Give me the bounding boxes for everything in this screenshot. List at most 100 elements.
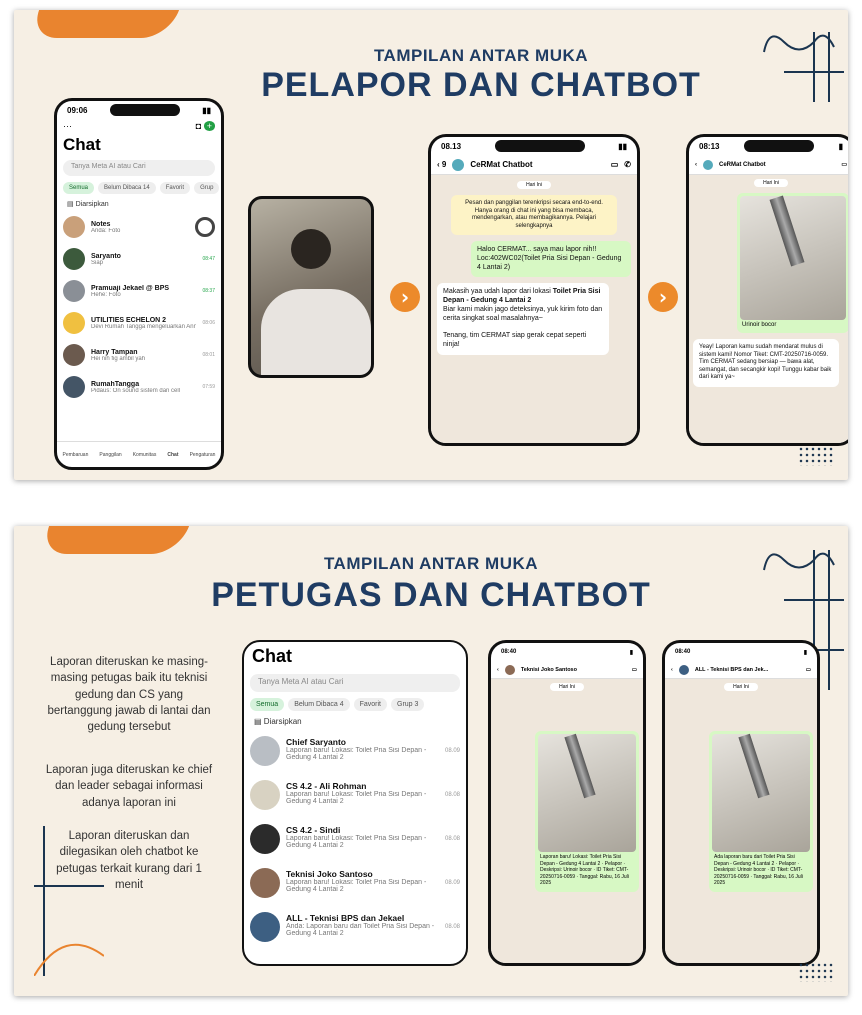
archived-label[interactable]: Diarsipkan — [264, 717, 302, 726]
message-preview: Devi Rumah Tangga mengeluarkan Anni Sale… — [91, 323, 196, 330]
more-icon[interactable]: ··· — [63, 121, 72, 131]
list-item[interactable]: Teknisi Joko Santoso Laporan baru! Lokasi… — [244, 861, 466, 905]
message-preview: Laporan baru! Lokasi: Toilet Pria Sisi D… — [286, 747, 427, 761]
signal-icon: ▮ — [629, 649, 633, 656]
list-item[interactable]: UTILITIES ECHELON 2 Devi Rumah Tangga men… — [57, 307, 221, 339]
urinal-photo — [538, 733, 636, 852]
video-call-icon[interactable]: ▭ — [611, 160, 619, 169]
avatar — [63, 216, 85, 238]
chatbot-phone: 08.13 ▮▮ ‹ 9 CeRMat Chatbot ▭ ✆ Hari Ini Pes… — [428, 134, 640, 446]
avatar — [63, 248, 85, 270]
back-icon[interactable]: ‹ 9 — [437, 160, 446, 169]
avatar — [63, 344, 85, 366]
photo-message[interactable]: Urinoir bocor — [737, 193, 848, 333]
list-item[interactable]: CS 4.2 - Sindi Laporan baru! Lokasi: Toil… — [244, 817, 466, 861]
contact-name: Teknisi Joko Santoso — [286, 869, 373, 879]
urinal-photo — [740, 195, 846, 320]
back-icon[interactable]: ‹ — [695, 162, 697, 168]
status-time: 08:13 — [699, 141, 720, 151]
tab-communities[interactable]: Komunitas — [133, 452, 157, 458]
outgoing-message: Haloo CERMAT... saya mau lapor nih!! Loc… — [471, 241, 631, 278]
avatar — [250, 912, 280, 942]
chat-header: Chat — [63, 135, 101, 154]
back-icon[interactable]: ‹ — [497, 667, 499, 673]
dot-pattern — [798, 446, 834, 466]
message-time: 08.09 — [444, 748, 460, 754]
avatar — [63, 280, 85, 302]
list-item[interactable]: Pramuaji Jekael @ BPS Hehe: Foto 08:37 — [57, 275, 221, 307]
list-item[interactable]: Chief Saryanto Laporan baru! Lokasi: Toil… — [244, 729, 466, 773]
chip-group[interactable]: Grup — [194, 182, 220, 194]
orange-decoration — [28, 10, 180, 38]
list-item[interactable]: RumahTangga Pidaus: On sound sistem dan c… — [57, 371, 221, 403]
message-preview: Laporan baru! Lokasi: Toilet Pria Sisi D… — [286, 791, 427, 805]
contact-name: CS 4.2 - Ali Rohman — [286, 781, 367, 791]
contact-name[interactable]: CeRMat Chatbot — [719, 162, 835, 168]
list-item[interactable]: Saryanto Siap 08:47 — [57, 243, 221, 275]
contact-name[interactable]: ALL - Teknisi BPS dan Jek... — [695, 667, 800, 673]
incoming-message: Makasih yaa udah lapor dari lokasi Toile… — [437, 283, 609, 355]
bottom-tabbar: Pembaruan Panggilan Komunitas Chat Penga… — [57, 441, 221, 467]
contact-name: Pramuaji Jekael @ BPS — [91, 284, 170, 292]
search-input[interactable]: Tanya Meta AI atau Cari — [63, 160, 215, 176]
avatar — [63, 312, 85, 334]
date-pill: Hari Ini — [754, 179, 788, 187]
status-time: 09:06 — [67, 105, 88, 115]
contact-name[interactable]: Teknisi Joko Santoso — [521, 667, 626, 673]
dynamic-island — [494, 140, 585, 152]
avatar — [63, 376, 85, 398]
list-item[interactable]: CS 4.2 - Ali Rohman Laporan baru! Lokasi:… — [244, 773, 466, 817]
new-chat-icon[interactable]: + — [203, 121, 215, 131]
contact-name: Chief Saryanto — [286, 737, 346, 747]
next-arrow-icon: › — [648, 282, 678, 312]
message-time: 07:59 — [202, 384, 215, 390]
chip-all[interactable]: Semua — [250, 698, 285, 711]
chip-unread[interactable]: Belum Dibaca 14 — [98, 182, 156, 194]
chat-header: Chat — [252, 646, 292, 666]
tab-chat[interactable]: Chat — [167, 452, 178, 458]
message-time: 08.08 — [444, 792, 460, 798]
next-arrow-icon: › — [390, 282, 420, 312]
contact-name: CS 4.2 - Sindi — [286, 825, 341, 835]
chip-group[interactable]: Grup 3 — [391, 698, 425, 711]
tab-updates[interactable]: Pembaruan — [63, 452, 89, 458]
chip-all[interactable]: Semua — [63, 182, 95, 194]
tab-calls[interactable]: Panggilan — [99, 452, 121, 458]
chatbot-phone-2: 08:13 ▮ ‹ CeRMat Chatbot ▭ Hari Ini Urinoir… — [686, 134, 848, 446]
tab-settings[interactable]: Pengaturan — [190, 452, 216, 458]
photo-message[interactable]: Ada laporan baru dari Toilet Pria Sisi D… — [709, 731, 813, 892]
back-icon[interactable]: ‹ — [671, 667, 673, 673]
chip-favorite[interactable]: Favorit — [159, 182, 191, 194]
message-preview: Pidaus: On sound sistem dan cell — [91, 387, 181, 394]
slide-petugas: TAMPILAN ANTAR MUKA PETUGAS DAN CHATBOT … — [14, 526, 848, 996]
list-item[interactable]: Harry Tampan Hei nih fig ambil yah 08:01 — [57, 339, 221, 371]
message-time: 08:47 — [202, 256, 215, 262]
pipe-shape — [738, 733, 770, 799]
archived-label[interactable]: Diarsipkan — [76, 201, 109, 208]
list-item[interactable]: ALL - Teknisi BPS dan Jekael Anda: Lapora… — [244, 905, 466, 949]
dynamic-island — [109, 104, 180, 116]
contact-name[interactable]: CeRMat Chatbot — [470, 160, 604, 169]
message-preview: Laporan baru! Lokasi: Toilet Pria Sisi D… — [286, 879, 427, 893]
call-icon[interactable]: ✆ — [624, 160, 631, 169]
camera-icon[interactable]: ◘ — [196, 121, 201, 131]
officer-chat-list: Chat Tanya Meta AI atau Cari Semua Belum… — [242, 640, 468, 966]
message-preview: Siap — [91, 259, 104, 266]
list-item[interactable]: Notes Anda: Foto — [57, 211, 221, 243]
chip-favorite[interactable]: Favorit — [353, 698, 388, 711]
reporter-photo — [248, 196, 374, 378]
video-call-icon[interactable]: ▭ — [841, 161, 847, 168]
contact-name: UTILITIES ECHELON 2 — [91, 316, 167, 324]
person-head — [291, 229, 331, 269]
avatar — [250, 736, 280, 766]
page-title: PETUGAS DAN CHATBOT — [211, 576, 651, 614]
status-time: 08.13 — [441, 141, 462, 151]
search-input[interactable]: Tanya Meta AI atau Cari — [250, 674, 460, 692]
video-call-icon[interactable]: ▭ — [632, 667, 637, 673]
photo-message[interactable]: Laporan baru! Lokasi: Toilet Pria Sisi D… — [535, 731, 639, 892]
record-icon[interactable] — [195, 217, 215, 237]
chip-unread[interactable]: Belum Dibaca 4 — [288, 698, 350, 711]
kicker: TAMPILAN ANTAR MUKA — [323, 554, 539, 573]
video-call-icon[interactable]: ▭ — [806, 667, 811, 673]
date-pill: Hari Ini — [550, 683, 584, 691]
